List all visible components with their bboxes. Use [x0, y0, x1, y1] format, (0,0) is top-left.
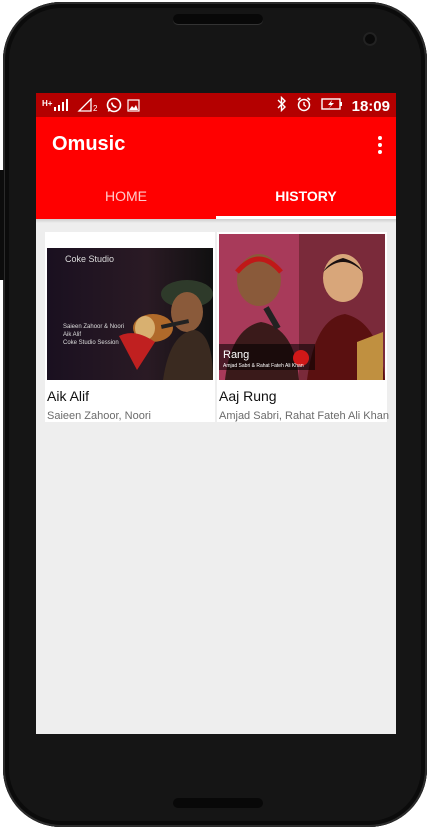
overflow-menu-icon[interactable] [372, 133, 388, 157]
earpiece-speaker [173, 14, 263, 24]
tab-bar: HOME HISTORY [36, 173, 396, 219]
thumb-caption-line: Aik Alif [63, 332, 81, 338]
tab-shadow [36, 219, 396, 223]
network-type-label: H+ [42, 99, 53, 108]
video-card[interactable]: Coke Studio Saieen Zahoor & Noori Aik Al… [45, 232, 215, 422]
bottom-speaker [173, 798, 263, 808]
status-bar: H+ 2 18:09 [36, 93, 396, 117]
status-time: 18:09 [351, 97, 390, 115]
app-title: Omusic [52, 133, 126, 155]
battery-charging-icon [320, 97, 343, 115]
video-thumbnail[interactable]: Coke Studio Saieen Zahoor & Noori Aik Al… [45, 232, 215, 382]
signal-icon: H+ [42, 98, 72, 116]
bluetooth-icon [277, 95, 287, 116]
side-key [0, 170, 4, 280]
thumb-caption-top: Coke Studio [65, 254, 114, 264]
thumb-caption-line: Saieen Zahoor & Noori [63, 324, 124, 330]
tab-home[interactable]: HOME [36, 173, 216, 219]
tab-history[interactable]: HISTORY [216, 173, 396, 219]
video-title: Aik Alif [47, 388, 90, 404]
image-icon [127, 98, 140, 116]
thumb-caption-line: Coke Studio Session [63, 340, 119, 346]
front-camera [363, 32, 377, 46]
video-card[interactable]: Rang Amjad Sabri & Rahat Fateh Ali Khan … [217, 232, 389, 422]
thumb-caption-line: Amjad Sabri & Rahat Fateh Ali Khan [223, 363, 304, 369]
app-bar: Omusic [36, 117, 396, 173]
thumb-caption-top: Rang [223, 349, 249, 361]
video-title: Aaj Rung [219, 388, 277, 404]
whatsapp-icon [106, 97, 122, 117]
video-artist: Saieen Zahoor, Noori [47, 410, 151, 422]
alarm-icon [296, 96, 312, 116]
no-signal-icon: 2 [77, 97, 101, 116]
video-thumbnail[interactable]: Rang Amjad Sabri & Rahat Fateh Ali Khan [217, 232, 387, 382]
history-grid: Coke Studio Saieen Zahoor & Noori Aik Al… [45, 232, 393, 422]
app-screen: H+ 2 18:09 Omusic HOME HISTORY Coke Stud… [36, 93, 396, 734]
video-artist: Amjad Sabri, Rahat Fateh Ali Khan [219, 410, 389, 422]
sim-slot-label: 2 [93, 104, 98, 112]
